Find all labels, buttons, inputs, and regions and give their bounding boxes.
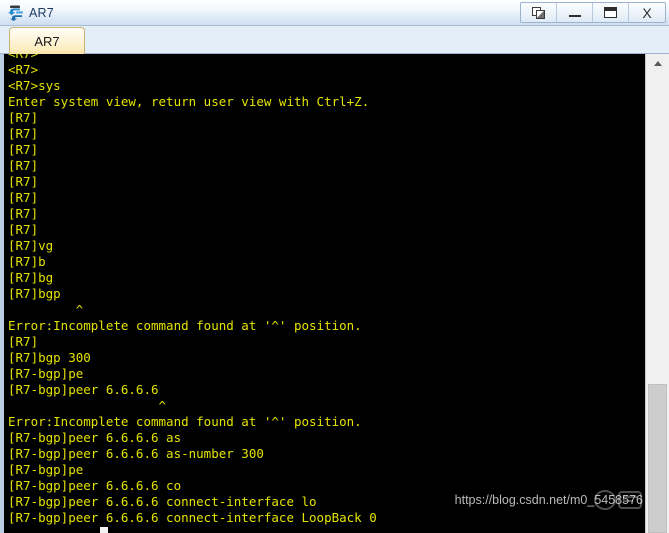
close-button[interactable]: X xyxy=(629,3,665,22)
application-window: AR7 X AR7 <R7><R7><R xyxy=(0,0,669,533)
terminal-line: [R7-bgp]peer 6.6.6.6 connect-interface l… xyxy=(8,494,317,509)
scrollbar-track[interactable] xyxy=(646,72,669,533)
terminal-line: <R7>sys xyxy=(8,78,61,93)
terminal-line: [R7] xyxy=(8,110,39,125)
terminal-line: [R7] xyxy=(8,190,39,205)
terminal-line: ^ xyxy=(8,302,84,317)
terminal-line: [R7] xyxy=(8,158,39,173)
restore-icon xyxy=(531,6,546,19)
maximize-icon xyxy=(604,7,617,18)
caret-up-icon xyxy=(653,60,662,66)
terminal-line: [R7]bgp xyxy=(8,286,61,301)
terminal-line: Error:Incomplete command found at '^' po… xyxy=(8,414,362,429)
restore-button[interactable] xyxy=(521,3,557,22)
terminal-line: [R7-bgp]peer 6.6.6.6 as-number 300 xyxy=(8,446,264,461)
tab-label: AR7 xyxy=(34,33,60,49)
terminal-line: [R7] xyxy=(8,126,39,141)
terminal-line: [R7-bgp]peer 6.6.6.6 as xyxy=(8,430,182,445)
router-icon xyxy=(7,5,24,21)
terminal-line: [R7-bgp]peer 6.6.6.6 xyxy=(8,382,159,397)
minimize-button[interactable] xyxy=(557,3,593,22)
terminal-line: [R7]vg xyxy=(8,238,54,253)
scroll-up-button[interactable] xyxy=(646,54,669,72)
minimize-icon xyxy=(568,15,581,17)
title-bar-left: AR7 xyxy=(0,5,54,21)
terminal-line: Error:Incomplete command found at '^' po… xyxy=(8,318,362,333)
window-controls: X xyxy=(520,2,666,23)
terminal-line: [R7]bg xyxy=(8,270,54,285)
vertical-scrollbar[interactable] xyxy=(645,54,669,533)
terminal-line: [R7-bgp]pe xyxy=(8,462,84,477)
terminal-line: [R7] xyxy=(8,334,39,349)
terminal-output: <R7><R7><R7>sysEnter system view, return… xyxy=(8,54,669,526)
scrollbar-thumb[interactable] xyxy=(648,384,667,533)
terminal-line: [R7] xyxy=(8,206,39,221)
terminal-cursor xyxy=(100,527,108,533)
terminal-line: [R7] xyxy=(8,222,39,237)
terminal-line: <R7> xyxy=(8,54,669,62)
terminal-console[interactable]: <R7><R7><R7>sysEnter system view, return… xyxy=(4,54,669,533)
terminal-line: [R7-bgp]peer 6.6.6.6 co xyxy=(8,478,182,493)
window-title: AR7 xyxy=(29,5,54,20)
terminal-line: [R7] xyxy=(8,174,39,189)
maximize-button[interactable] xyxy=(593,3,629,22)
tab-strip: AR7 xyxy=(0,26,669,54)
terminal-line: [R7-bgp]pe xyxy=(8,366,84,381)
terminal-line: [R7]b xyxy=(8,254,46,269)
terminal-line: ^ xyxy=(8,398,167,413)
close-icon: X xyxy=(642,4,652,21)
terminal-line: [R7] xyxy=(8,142,39,157)
terminal-line: <R7> xyxy=(8,62,39,77)
tab-ar7[interactable]: AR7 xyxy=(9,27,85,54)
terminal-line: [R7]bgp 300 xyxy=(8,350,91,365)
terminal-line: [R7-bgp]peer 6.6.6.6 connect-interface L… xyxy=(8,510,377,525)
terminal-panel: <R7><R7><R7>sysEnter system view, return… xyxy=(0,54,669,533)
title-bar: AR7 X xyxy=(0,0,669,26)
terminal-line: Enter system view, return user view with… xyxy=(8,94,370,109)
